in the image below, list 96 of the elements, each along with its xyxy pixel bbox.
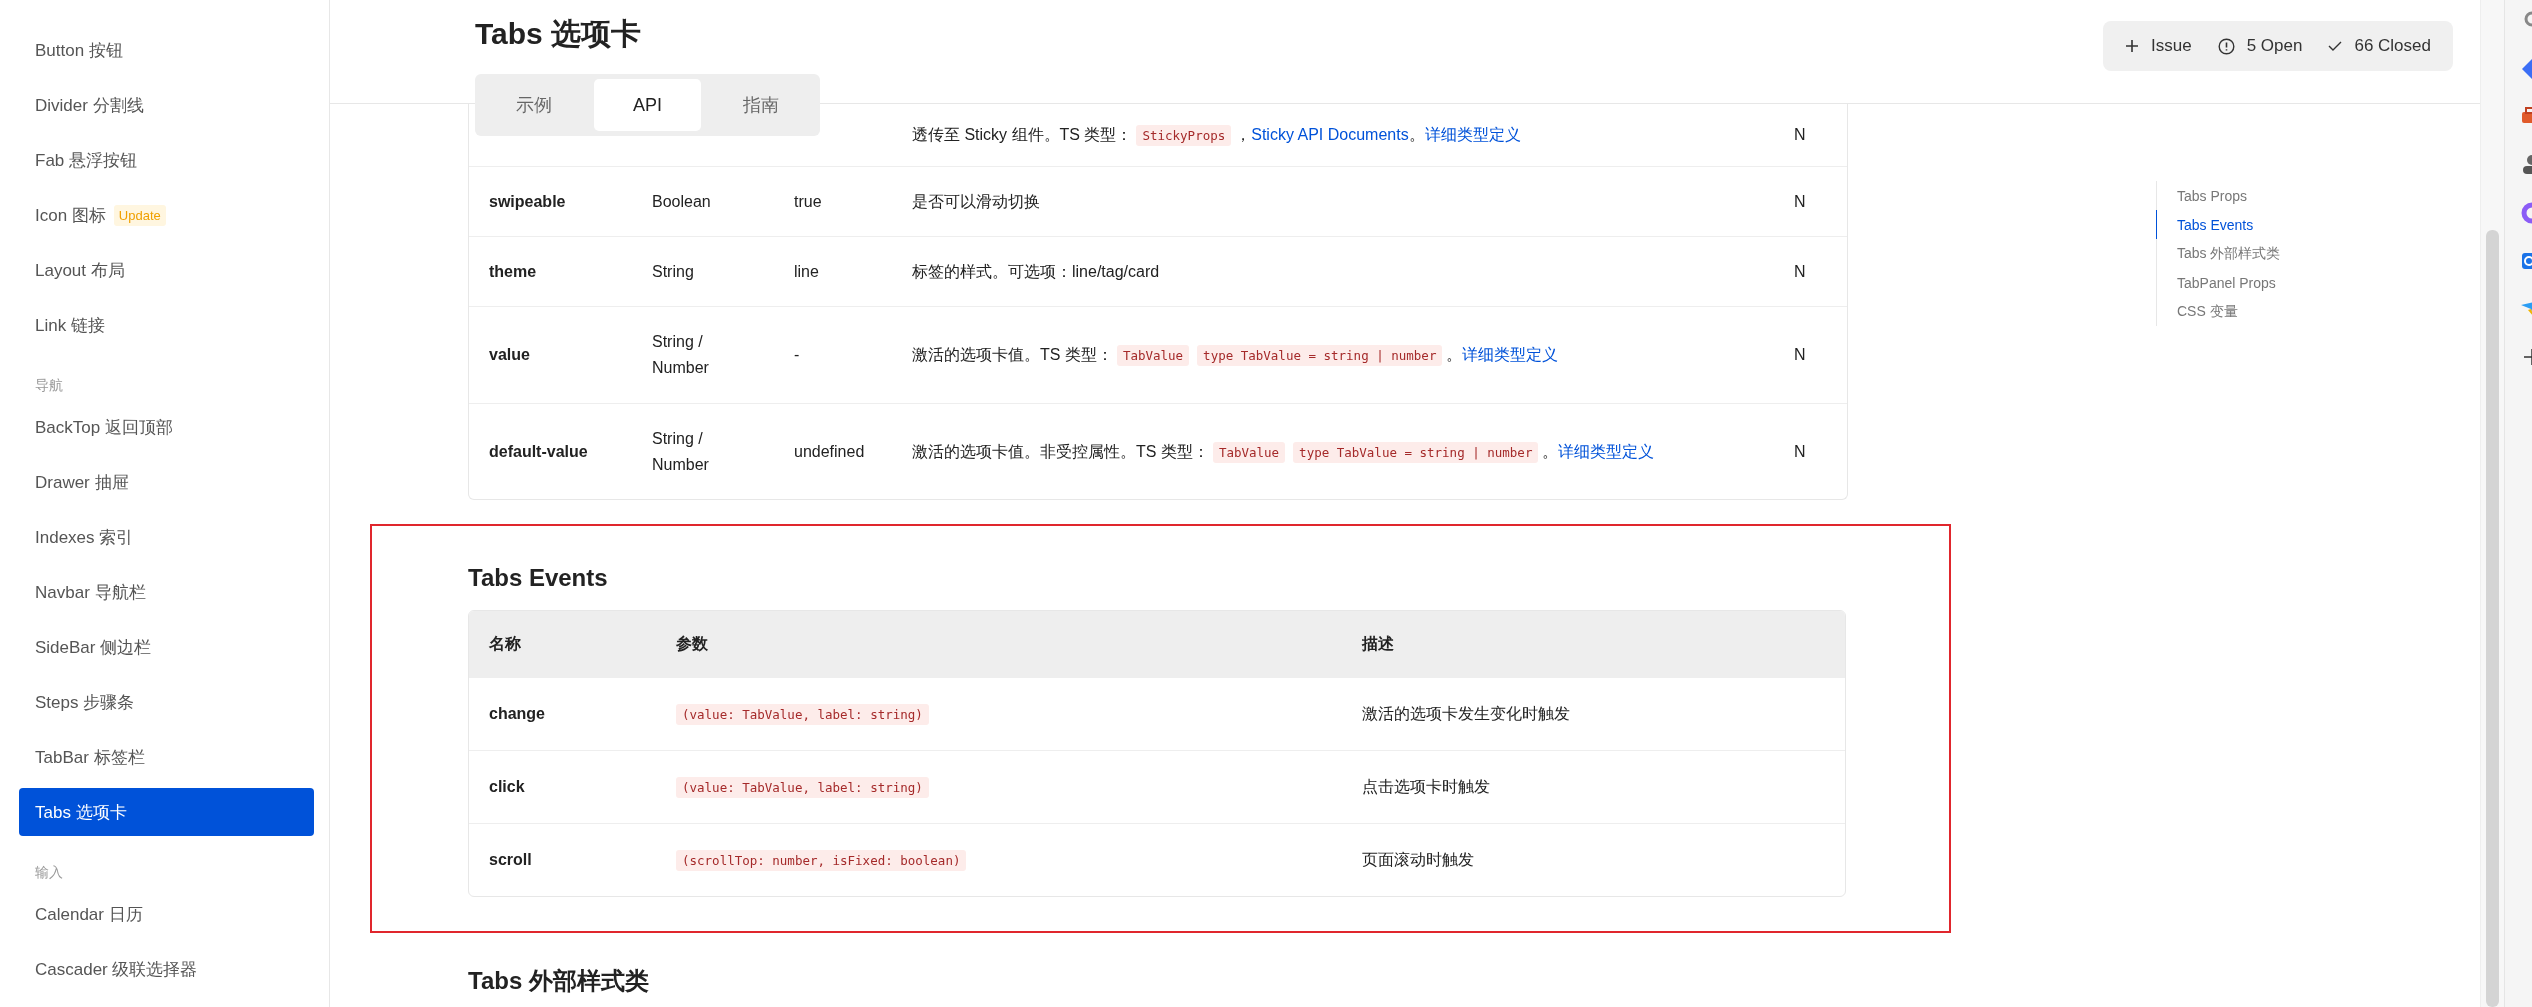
prop-required: N bbox=[1794, 262, 1807, 281]
toc-link[interactable]: TabPanel Props bbox=[2156, 268, 2281, 297]
prop-required: N bbox=[1794, 442, 1807, 461]
description-text: 激活的选项卡值。非受控属性。TS 类型： TabValue type TabValue = string | number 。详细类型定义 bbox=[912, 442, 1655, 460]
event-name: click bbox=[489, 778, 526, 796]
prop-name: swipeable bbox=[489, 192, 567, 211]
update-badge: Update bbox=[113, 204, 166, 226]
sidebar-item-label: Fab 悬浮按钮 bbox=[35, 149, 138, 172]
scrollbar-thumb[interactable] bbox=[2486, 230, 2499, 1007]
sidebar-item[interactable]: Divider 分割线 bbox=[19, 81, 314, 129]
tab[interactable]: API bbox=[593, 79, 702, 131]
page-title: Tabs 选项卡 bbox=[475, 16, 642, 52]
column-header: 描述 bbox=[1362, 633, 1395, 654]
sidebar-item-label: TabBar 标签栏 bbox=[35, 746, 145, 769]
issue-link[interactable]: Issue bbox=[2125, 36, 2192, 56]
section-heading: Tabs 外部样式类 bbox=[468, 966, 650, 996]
sidebar-item-label: Link 链接 bbox=[35, 314, 105, 337]
toc-link[interactable]: Tabs Events bbox=[2156, 210, 2281, 239]
toc-link[interactable]: Tabs 外部样式类 bbox=[2156, 239, 2281, 268]
code-snippet: type TabValue = string | number bbox=[1293, 441, 1539, 463]
prop-default: undefined bbox=[794, 442, 866, 461]
code-snippet: (scrollTop: number, isFixed: boolean) bbox=[676, 850, 967, 871]
sidebar-item-label: SideBar 侧边栏 bbox=[35, 636, 152, 659]
sidebar-item-label: Icon 图标 bbox=[35, 204, 106, 227]
prop-type: String / Number bbox=[652, 428, 710, 475]
doc-link[interactable]: 详细类型定义 bbox=[1462, 346, 1559, 364]
column-header: 名称 bbox=[489, 633, 522, 654]
sidebar-item[interactable]: Icon 图标 Update bbox=[19, 191, 314, 239]
sidebar-item[interactable]: Button 按钮 bbox=[19, 26, 314, 74]
prop-type: String bbox=[652, 261, 695, 282]
sidebar-item[interactable]: Fab 悬浮按钮 bbox=[19, 136, 314, 184]
doc-link[interactable]: 详细类型定义 bbox=[1558, 442, 1655, 460]
code-snippet: StickyProps bbox=[1136, 125, 1232, 147]
check-icon bbox=[2328, 40, 2343, 52]
prop-name: value bbox=[489, 346, 531, 364]
event-name: scroll bbox=[489, 851, 533, 869]
sidebar-item[interactable]: BackTop 返回顶部 bbox=[19, 403, 314, 451]
group-label: 输入 bbox=[34, 863, 64, 882]
alert-circle-icon bbox=[2217, 37, 2235, 55]
sidebar-item[interactable]: Navbar 导航栏 bbox=[19, 568, 314, 616]
sidebar-item[interactable]: TabBar 标签栏 bbox=[19, 733, 314, 781]
sidebar-item[interactable]: Link 链接 bbox=[19, 301, 314, 349]
code-snippet: (value: TabValue, label: string) bbox=[676, 704, 929, 725]
description-text: 是否可以滑动切换 bbox=[912, 192, 1040, 210]
description-text: 标签的样式。可选项：line/tag/card bbox=[912, 262, 1160, 280]
sidebar-item-label: BackTop 返回顶部 bbox=[35, 416, 173, 439]
sidebar-item[interactable]: Steps 步骤条 bbox=[19, 678, 314, 726]
prop-type: Boolean bbox=[652, 191, 712, 212]
section-heading: Tabs Events bbox=[468, 564, 609, 592]
sidebar-item-label: Layout 布局 bbox=[35, 259, 125, 282]
prop-required: N bbox=[1794, 126, 1807, 144]
sidebar-item[interactable]: Drawer 抽屉 bbox=[19, 458, 314, 506]
prop-required: N bbox=[1794, 192, 1807, 211]
prop-name: default-value bbox=[489, 442, 589, 461]
code-snippet: (value: TabValue, label: string) bbox=[676, 777, 929, 798]
prop-type: String / Number bbox=[652, 332, 710, 378]
event-description: 激活的选项卡发生变化时触发 bbox=[1362, 703, 1571, 724]
sidebar-item-label: Divider 分割线 bbox=[35, 94, 144, 117]
issue-link[interactable]: 5 Open bbox=[2217, 36, 2303, 56]
issue-link[interactable]: 66 Closed bbox=[2328, 36, 2431, 56]
code-snippet: TabValue bbox=[1116, 345, 1190, 367]
event-description: 页面滚动时触发 bbox=[1362, 849, 1475, 870]
sidebar-item[interactable]: Tabs 选项卡 bbox=[19, 788, 314, 836]
event-name: change bbox=[489, 705, 546, 723]
prop-default: line bbox=[794, 262, 820, 281]
code-snippet: TabValue bbox=[1212, 441, 1286, 463]
sidebar-item[interactable]: Calendar 日历 bbox=[19, 890, 314, 938]
code-snippet: type TabValue = string | number bbox=[1197, 345, 1443, 367]
event-description: 点击选项卡时触发 bbox=[1362, 776, 1491, 797]
prop-name: theme bbox=[489, 262, 538, 281]
sidebar-item[interactable]: Layout 布局 bbox=[19, 246, 314, 294]
sidebar-item[interactable]: Cascader 级联选择器 bbox=[19, 945, 314, 993]
prop-default: - bbox=[794, 346, 801, 364]
sidebar-item-label: Navbar 导航栏 bbox=[35, 581, 146, 604]
doc-link[interactable]: Sticky API Documents bbox=[1251, 126, 1409, 144]
column-header: 参数 bbox=[676, 633, 709, 654]
tab[interactable]: 指南 bbox=[707, 79, 815, 131]
group-label: 导航 bbox=[34, 376, 64, 395]
sidebar-item[interactable]: SideBar 侧边栏 bbox=[19, 623, 314, 671]
doc-link[interactable]: 详细类型定义 bbox=[1424, 126, 1521, 144]
tab[interactable]: 示例 bbox=[480, 79, 588, 131]
sidebar-item[interactable]: Indexes 索引 bbox=[19, 513, 314, 561]
toc-link[interactable]: Tabs Props bbox=[2156, 181, 2281, 210]
sidebar-item-label: Drawer 抽屉 bbox=[35, 471, 129, 494]
sidebar-item-label: Cascader 级联选择器 bbox=[35, 958, 198, 981]
sidebar-item-label: Tabs 选项卡 bbox=[35, 801, 127, 824]
description-text: 激活的选项卡值。TS 类型： TabValue type TabValue = string | number 。详细类型定义 bbox=[912, 346, 1559, 364]
prop-default: true bbox=[794, 192, 823, 211]
description-text: 透传至 Sticky 组件。TS 类型： StickyProps ，Sticky API Documents。详细类型定义 bbox=[912, 126, 1521, 144]
prop-required: N bbox=[1794, 346, 1807, 364]
plus-icon bbox=[2125, 39, 2140, 53]
sidebar-item-label: Steps 步骤条 bbox=[35, 691, 135, 714]
sidebar-item-label: Calendar 日历 bbox=[35, 903, 143, 926]
toc-link[interactable]: CSS 变量 bbox=[2156, 297, 2281, 326]
sidebar-item-label: Button 按钮 bbox=[35, 39, 123, 62]
sidebar-item-label: Indexes 索引 bbox=[35, 526, 134, 549]
